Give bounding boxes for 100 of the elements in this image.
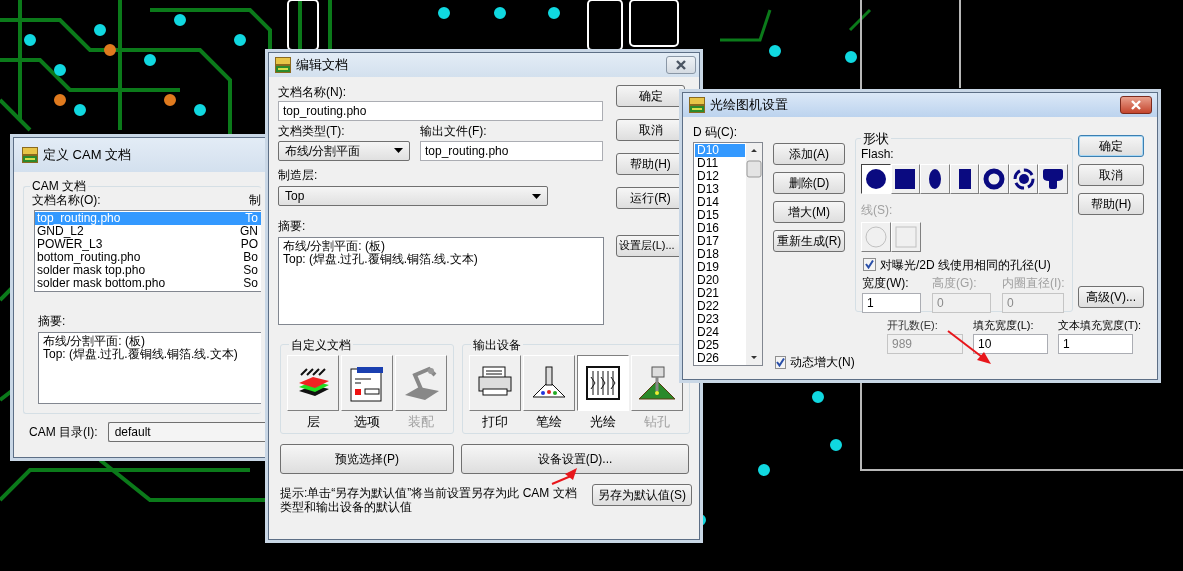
list-item[interactable]: D19 <box>695 261 745 275</box>
list-item[interactable]: D18 <box>695 248 745 262</box>
circle-icon <box>865 225 887 248</box>
close-icon <box>1130 100 1142 110</box>
field-label: 摘要: <box>278 219 307 234</box>
input-field[interactable]: 1 <box>1058 334 1133 355</box>
thermal-icon <box>1012 168 1035 191</box>
dialog-button[interactable]: 帮助(H) <box>1078 193 1144 215</box>
list-action-button[interactable]: 添加(A) <box>773 143 845 165</box>
square-icon <box>895 225 917 248</box>
list-item[interactable]: D13 <box>695 183 745 197</box>
layers-button[interactable] <box>287 354 339 411</box>
list-cell: PO <box>240 238 258 252</box>
arrow-annotation <box>947 330 991 364</box>
list-item[interactable]: D25 <box>695 339 745 353</box>
list-cell: solder mask top.pho <box>37 264 146 278</box>
save-default-button[interactable]: 另存为默认值(S) <box>592 484 692 507</box>
close-button[interactable] <box>666 56 696 74</box>
app-icon <box>275 57 291 73</box>
name-field[interactable]: top_routing.pho <box>278 101 603 122</box>
list-action-button[interactable]: 重新生成(R) <box>773 230 845 252</box>
list-item[interactable]: D22 <box>695 300 745 314</box>
window-title: 编辑文档 <box>296 57 348 73</box>
field-label: 输出文件(F): <box>420 124 488 139</box>
summary-field[interactable]: 布线/分割平面: (板) Top: (焊盘.过孔.覆铜线.铜箔.线.文本) <box>38 331 261 404</box>
group-label: CAM 文档 <box>30 180 88 192</box>
caret-icon <box>394 148 403 154</box>
list-cell: GND_L2 <box>37 225 84 239</box>
flash-shape-button[interactable] <box>861 164 891 195</box>
group-label: 输出设备 <box>471 338 523 351</box>
list-item[interactable]: D14 <box>695 196 745 210</box>
checkbox[interactable] <box>863 258 876 272</box>
tool-label: 层 <box>305 413 321 430</box>
list-item[interactable]: D24 <box>695 326 745 340</box>
list-item[interactable]: D26 <box>695 352 745 366</box>
field-label: 文本填充宽度(T): <box>1058 319 1142 333</box>
list-item[interactable]: D23 <box>695 313 745 327</box>
list-cell: POWER_L3 <box>37 238 103 252</box>
output-field[interactable]: top_routing.pho <box>420 140 603 161</box>
list-action-button[interactable]: 增大(M) <box>773 201 845 223</box>
tool-label: 打印 <box>481 413 509 430</box>
options-button[interactable] <box>341 354 393 411</box>
list-cell: To <box>245 212 258 226</box>
summary-field[interactable]: 布线/分割平面: (板) Top: (焊盘.过孔.覆铜线.铜箔.线.文本) <box>278 236 604 325</box>
assembly-button[interactable] <box>395 354 447 411</box>
field-label: D 码(C): <box>693 125 738 140</box>
input-field[interactable]: 10 <box>973 334 1048 355</box>
group-label: 自定义文档 <box>289 338 353 351</box>
list-cell: GN <box>240 225 258 239</box>
list-item[interactable]: D16 <box>695 222 745 236</box>
list-item[interactable]: D11 <box>695 157 745 171</box>
type-dropdown[interactable]: 布线/分割平面 <box>278 140 410 161</box>
group-label: 形状 <box>861 132 891 145</box>
list-cell: solder mask bottom.pho <box>37 277 166 291</box>
device-settings-button[interactable]: 设备设置(D)... <box>461 444 689 475</box>
preview-button[interactable]: 预览选择(P) <box>280 444 454 475</box>
list-row[interactable]: solder mask top.pho So <box>35 264 261 278</box>
field-label: 开孔数(E): <box>887 319 939 333</box>
field-label: 线(S): <box>861 203 894 218</box>
list-action-button[interactable]: 删除(D) <box>773 172 845 194</box>
column-header: 文档名称(O): <box>32 193 101 208</box>
tool-label: 钻孔 <box>643 413 671 430</box>
field-label: Flash: <box>861 147 895 162</box>
list-row[interactable]: bottom_routing.pho Bo <box>35 251 261 265</box>
list-cell: So <box>243 264 258 278</box>
list-item[interactable]: D20 <box>695 274 745 288</box>
circle-icon <box>864 168 887 191</box>
dialog-button[interactable]: 取消 <box>1078 164 1144 186</box>
advanced-button[interactable]: 高级(V)... <box>1078 286 1144 308</box>
pen-button[interactable] <box>523 354 575 411</box>
caret-icon <box>532 193 541 199</box>
photo-button[interactable] <box>577 354 629 411</box>
dialog-button[interactable]: 确定 <box>1078 135 1144 157</box>
hint-text: 提示:单击“另存为默认值”将当前设置另存为此 CAM 文档类型和输出设备的默认值 <box>280 486 578 515</box>
window-title: 定义 CAM 文档 <box>43 147 132 163</box>
field-label: 填充宽度(L): <box>973 319 1035 333</box>
list-item[interactable]: D12 <box>695 170 745 184</box>
print-button[interactable] <box>469 354 521 411</box>
app-icon <box>689 97 705 113</box>
field-label: 摘要: <box>38 314 67 329</box>
field-label: 宽度(W): <box>862 276 910 291</box>
field-label: 文档名称(N): <box>278 85 347 100</box>
dialog-button[interactable]: 确定 <box>616 85 685 107</box>
tool-label: 装配 <box>407 413 435 430</box>
list-cell: So <box>243 277 258 291</box>
list-row[interactable]: solder mask bottom.pho So <box>35 277 261 291</box>
list-cell: Bo <box>243 251 258 265</box>
check-icon <box>865 260 874 270</box>
input-field[interactable]: 1 <box>862 292 921 313</box>
list-item[interactable]: D21 <box>695 287 745 301</box>
close-icon <box>675 60 687 70</box>
square-icon <box>894 168 917 191</box>
list-row[interactable]: POWER_L3 PO <box>35 238 261 252</box>
list-item[interactable]: D17 <box>695 235 745 249</box>
list-item[interactable]: D15 <box>695 209 745 223</box>
layer-dropdown[interactable]: Top <box>278 186 548 207</box>
checkbox[interactable] <box>775 355 786 369</box>
tool-label: 选项 <box>353 413 381 430</box>
close-button[interactable] <box>1120 96 1152 114</box>
list-row[interactable]: GND_L2 GN <box>35 225 261 239</box>
